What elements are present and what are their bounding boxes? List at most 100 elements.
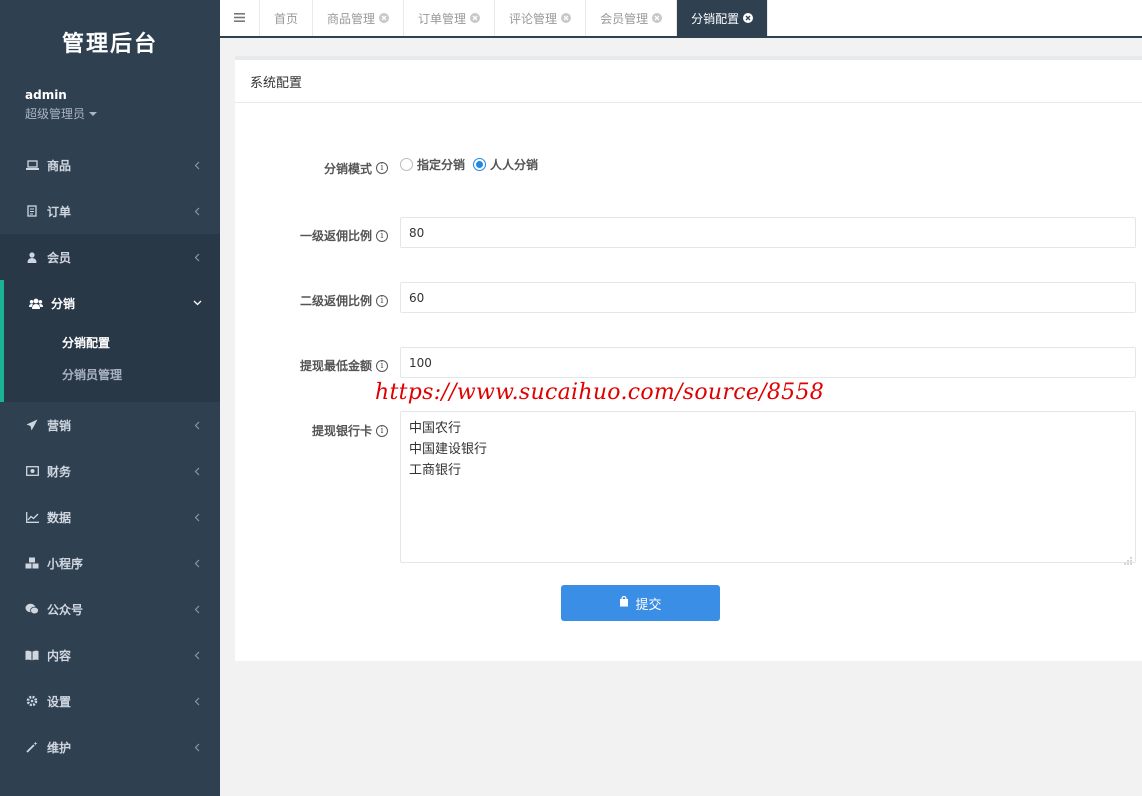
user-role-dropdown[interactable]: 超级管理员 bbox=[25, 105, 220, 122]
info-icon[interactable]: i bbox=[376, 359, 388, 372]
chevron-down-icon bbox=[192, 298, 202, 308]
sidebar-item-members[interactable]: 会员 bbox=[0, 234, 220, 280]
chevron-left-icon bbox=[192, 160, 202, 170]
mode-radio-group: 指定分销 人人分销 bbox=[400, 156, 540, 173]
submit-label: 提交 bbox=[635, 597, 662, 613]
resize-handle-icon[interactable] bbox=[1124, 551, 1132, 565]
sidebar-item-label: 商品 bbox=[47, 158, 72, 173]
sidebar-group-distribution: 分销 分销配置 分销员管理 bbox=[0, 280, 220, 402]
paper-plane-icon bbox=[25, 418, 39, 432]
bank-line: 工商银行 bbox=[409, 463, 462, 478]
radio-designated-distribution[interactable]: 指定分销 bbox=[400, 156, 465, 173]
radio-label: 人人分销 bbox=[490, 158, 539, 172]
user-role: 超级管理员 bbox=[25, 107, 86, 121]
chevron-left-icon bbox=[192, 252, 202, 262]
config-panel: 系统配置 分销模式 i 指定分销 人人分销 一级返佣比例 i 80 二级返佣比例 i… bbox=[235, 56, 1142, 661]
radio-label: 指定分销 bbox=[417, 158, 466, 172]
info-icon[interactable]: i bbox=[376, 424, 388, 437]
sidebar-item-marketing[interactable]: 营销 bbox=[0, 402, 220, 448]
sidebar-item-label: 订单 bbox=[47, 204, 72, 219]
hamburger-icon bbox=[234, 11, 245, 26]
document-icon bbox=[25, 204, 39, 218]
sidebar-item-distribution[interactable]: 分销 bbox=[4, 280, 220, 326]
sidebar-nav: 商品 订单 会员 分销 分销配置 分销员管理 营销 财务 数据 小程序 公众号 … bbox=[0, 142, 220, 770]
info-icon[interactable]: i bbox=[376, 294, 388, 307]
users-icon bbox=[29, 296, 43, 310]
close-icon[interactable] bbox=[470, 13, 481, 23]
tab-home[interactable]: 首页 bbox=[260, 0, 314, 36]
sidebar-item-label: 财务 bbox=[47, 464, 72, 479]
sidebar-item-official-account[interactable]: 公众号 bbox=[0, 586, 220, 632]
level2-label: 二级返佣比例 bbox=[299, 294, 372, 308]
tab-member-management[interactable]: 会员管理 bbox=[586, 0, 678, 36]
money-icon bbox=[25, 464, 39, 478]
sidebar-item-label: 公众号 bbox=[47, 602, 84, 617]
panel-title: 系统配置 bbox=[235, 60, 1142, 103]
sidebar-item-label: 会员 bbox=[47, 250, 72, 265]
shopping-bag-icon bbox=[619, 595, 629, 611]
sidebar-item-label: 设置 bbox=[47, 694, 72, 709]
magic-wand-icon bbox=[25, 740, 39, 754]
watermark-text: https://www.sucaihuo.com/source/8558 bbox=[375, 380, 825, 405]
radio-everyone-distribution[interactable]: 人人分销 bbox=[473, 156, 538, 173]
submit-button[interactable]: 提交 bbox=[561, 585, 720, 621]
sidebar-subitem-distributor-management[interactable]: 分销员管理 bbox=[4, 358, 220, 390]
sidebar-item-mini-program[interactable]: 小程序 bbox=[0, 540, 220, 586]
radio-button[interactable] bbox=[473, 158, 487, 171]
bank-line: 中国农行 bbox=[409, 421, 462, 436]
close-icon[interactable] bbox=[561, 13, 572, 23]
tab-label: 订单管理 bbox=[418, 11, 467, 26]
brand-title: 管理后台 bbox=[61, 32, 158, 57]
radio-button[interactable] bbox=[400, 158, 413, 171]
level2-commission-input[interactable]: 60 bbox=[400, 282, 1136, 313]
sidebar-item-settings[interactable]: 设置 bbox=[0, 678, 220, 724]
sidebar-item-maintenance[interactable]: 维护 bbox=[0, 724, 220, 770]
chevron-left-icon bbox=[192, 742, 202, 752]
tab-review-management[interactable]: 评论管理 bbox=[495, 0, 587, 36]
min-withdraw-input[interactable]: 100 bbox=[400, 347, 1136, 378]
cubes-icon bbox=[25, 556, 39, 570]
level1-label: 一级返佣比例 bbox=[299, 229, 372, 243]
close-icon[interactable] bbox=[652, 13, 663, 23]
min-withdraw-label: 提现最低金额 bbox=[299, 359, 372, 373]
bank-cards-textarea[interactable]: 中国农行 中国建设银行 工商银行 bbox=[400, 411, 1136, 565]
chevron-left-icon bbox=[192, 604, 202, 614]
sidebar-item-finance[interactable]: 财务 bbox=[0, 448, 220, 494]
chevron-left-icon bbox=[192, 466, 202, 476]
form-row-bank: 提现银行卡 i bbox=[235, 422, 388, 439]
user-name: admin bbox=[25, 88, 67, 102]
chevron-left-icon bbox=[192, 696, 202, 706]
book-icon bbox=[25, 648, 39, 662]
bank-line: 中国建设银行 bbox=[409, 442, 488, 457]
form-row-min-withdraw: 提现最低金额 i bbox=[235, 357, 388, 374]
tab-label: 分销配置 bbox=[691, 11, 740, 26]
sidebar-subitem-distribution-config[interactable]: 分销配置 bbox=[4, 326, 220, 358]
close-icon[interactable] bbox=[379, 13, 390, 23]
sidebar-item-goods[interactable]: 商品 bbox=[0, 142, 220, 188]
sidebar-item-label: 分销 bbox=[51, 296, 76, 311]
sidebar: 管理后台 admin 超级管理员 商品 订单 会员 分销 分销配置 分销员管理 … bbox=[0, 0, 220, 796]
chevron-left-icon bbox=[192, 206, 202, 216]
tab-label: 首页 bbox=[274, 11, 299, 26]
laptop-icon bbox=[25, 158, 39, 172]
tab-order-management[interactable]: 订单管理 bbox=[404, 0, 496, 36]
chevron-left-icon bbox=[192, 650, 202, 660]
sidebar-item-content[interactable]: 内容 bbox=[0, 632, 220, 678]
mode-label: 分销模式 bbox=[323, 161, 372, 176]
user-icon bbox=[25, 250, 39, 264]
info-icon[interactable]: i bbox=[376, 162, 388, 174]
caret-down-icon bbox=[89, 111, 98, 116]
close-icon[interactable] bbox=[743, 13, 754, 23]
info-icon[interactable]: i bbox=[376, 229, 388, 242]
level1-commission-input[interactable]: 80 bbox=[400, 217, 1136, 248]
sidebar-item-data[interactable]: 数据 bbox=[0, 494, 220, 540]
tab-label: 商品管理 bbox=[327, 11, 376, 26]
tab-goods-management[interactable]: 商品管理 bbox=[313, 0, 405, 36]
sidebar-item-label: 小程序 bbox=[47, 556, 84, 571]
form-row-level2: 二级返佣比例 i bbox=[235, 292, 388, 309]
sidebar-item-orders[interactable]: 订单 bbox=[0, 188, 220, 234]
sidebar-item-label: 内容 bbox=[47, 648, 72, 663]
menu-toggle-button[interactable] bbox=[220, 0, 260, 36]
tab-distribution-config[interactable]: 分销配置 bbox=[677, 0, 769, 36]
user-profile: admin 超级管理员 bbox=[0, 84, 220, 142]
